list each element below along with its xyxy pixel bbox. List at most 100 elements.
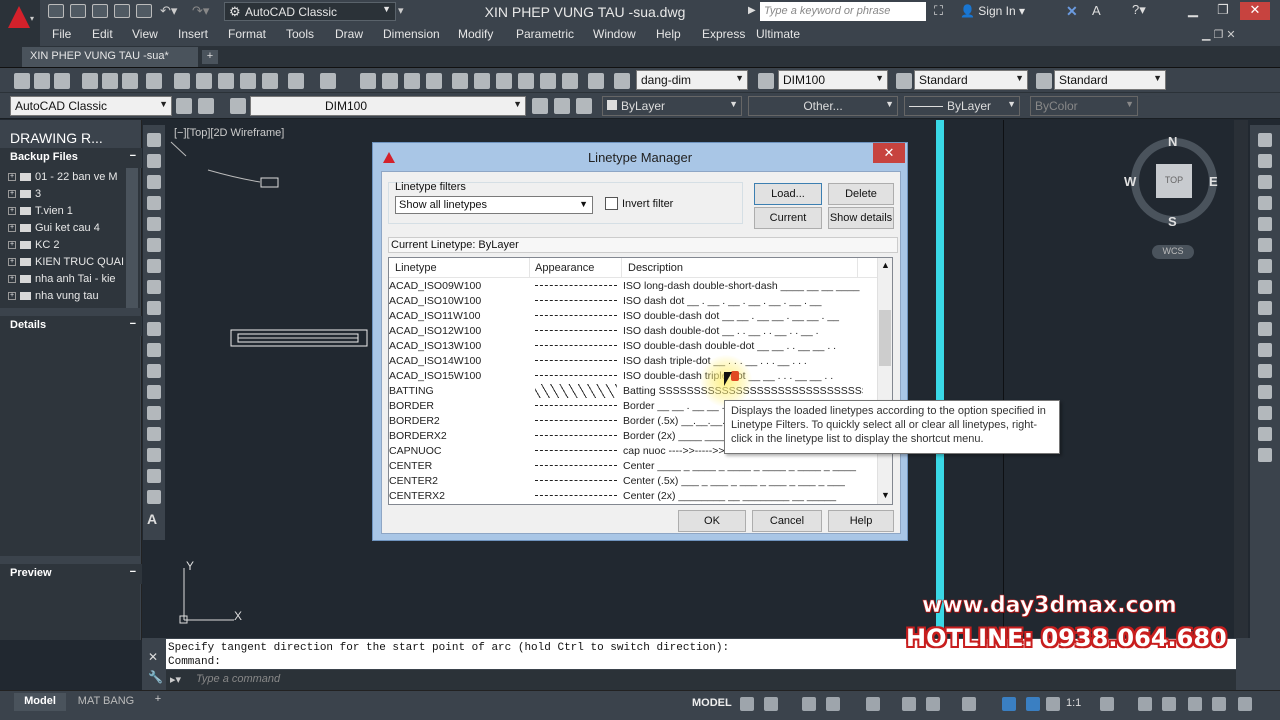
linetype-list[interactable]: Linetype Appearance Description ACAD_ISO… (388, 257, 893, 505)
table-row[interactable]: ACAD_ISO13W100 ISO double-dash double-dot… (389, 339, 877, 354)
workspace-combo[interactable]: AutoCAD Classic ▼ (10, 96, 172, 116)
customize-command-icon[interactable]: 🔧 (148, 670, 163, 684)
erase-icon[interactable] (1258, 133, 1272, 147)
tree-scrollbar[interactable] (126, 168, 138, 308)
open-icon[interactable] (70, 4, 86, 18)
insert-block-icon[interactable] (147, 364, 161, 378)
lineweight-combo[interactable]: ByLayer ▼ (904, 96, 1020, 116)
zoom-realtime-icon[interactable] (382, 73, 398, 89)
quickcalc-icon[interactable] (562, 73, 578, 89)
table-row[interactable]: ACAD_ISO09W100 ISO long-dash double-short… (389, 279, 877, 294)
markup-icon[interactable] (540, 73, 556, 89)
compass-east[interactable]: E (1209, 174, 1218, 189)
polygon-icon[interactable] (147, 196, 161, 210)
match-properties-icon[interactable] (240, 73, 256, 89)
arc-icon[interactable] (147, 238, 161, 252)
tool-palettes-icon[interactable] (496, 73, 512, 89)
menu-window[interactable]: Window (593, 27, 636, 41)
minimize-button[interactable]: ▁ (1178, 2, 1208, 20)
delete-button[interactable]: Delete (828, 183, 894, 205)
open-file-icon[interactable] (34, 73, 50, 89)
offset-icon[interactable] (1258, 196, 1272, 210)
compass-south[interactable]: S (1168, 214, 1177, 229)
explode-icon[interactable] (1258, 448, 1272, 462)
tree-item[interactable]: + nha vung tau (8, 290, 126, 302)
menu-ultimate[interactable]: Ultimate (756, 27, 800, 41)
compass-north[interactable]: N (1168, 134, 1177, 149)
line-icon[interactable] (147, 133, 161, 147)
customize-quick-access-icon[interactable]: ▾ (398, 4, 404, 17)
menu-file[interactable]: File (52, 27, 71, 41)
show-details-button[interactable]: Show details (828, 207, 894, 229)
layer-properties-icon[interactable] (198, 98, 214, 114)
menu-format[interactable]: Format (228, 27, 266, 41)
annotation-scale-icon[interactable] (1046, 697, 1060, 711)
zoom-previous-icon[interactable] (426, 73, 442, 89)
column-linetype[interactable]: Linetype (395, 262, 437, 274)
make-current-icon[interactable] (532, 98, 548, 114)
publish-icon[interactable] (122, 73, 138, 89)
object-snap-tracking-icon[interactable] (902, 697, 916, 711)
table-row[interactable]: ACAD_ISO14W100 ISO dash triple-dot __ . .… (389, 354, 877, 369)
make-block-icon[interactable] (147, 385, 161, 399)
details-header[interactable]: Details − (0, 316, 142, 336)
block-editor-icon[interactable] (262, 73, 278, 89)
doc-window-controls[interactable]: ▁ ❐ ✕ (1202, 28, 1236, 41)
object-snap-icon[interactable] (926, 697, 940, 711)
snap-icon[interactable] (764, 697, 778, 711)
tree-item[interactable]: + nha anh Tai - kie (8, 273, 126, 285)
redo-icon[interactable]: ↷▾ (192, 3, 209, 19)
polyline-icon[interactable] (147, 175, 161, 189)
menu-insert[interactable]: Insert (178, 27, 208, 41)
linetype-combo[interactable]: Other... ▼ (748, 96, 898, 116)
join-icon[interactable] (1258, 385, 1272, 399)
hardware-acceleration-icon[interactable] (1188, 697, 1202, 711)
array-icon[interactable] (1258, 217, 1272, 231)
paste-icon[interactable] (218, 73, 234, 89)
isolate-objects-icon[interactable] (1162, 697, 1176, 711)
viewcube-top[interactable]: TOP (1156, 164, 1192, 198)
copy-icon[interactable] (196, 73, 212, 89)
plot-icon[interactable] (136, 4, 152, 18)
model-tab[interactable]: Model (14, 693, 66, 711)
command-input[interactable]: ▸▾ Type a command (166, 670, 1236, 690)
close-button[interactable]: ✕ (1240, 2, 1270, 20)
preview-header[interactable]: Preview − (0, 564, 142, 584)
save-file-icon[interactable] (54, 73, 70, 89)
load-button[interactable]: Load... (754, 183, 822, 205)
layer-state-icon[interactable] (230, 98, 246, 114)
menu-modify[interactable]: Modify (458, 27, 493, 41)
table-row[interactable]: ACAD_ISO11W100 ISO double-dash dot __ __ … (389, 309, 877, 324)
layer-combo[interactable]: DIM100 ▼ (250, 96, 526, 116)
annotation-scale-value[interactable]: 1:1 (1066, 697, 1081, 709)
linetype-filter-select[interactable]: Show all linetypes ▼ (395, 196, 593, 214)
model-space-toggle[interactable]: MODEL (692, 697, 732, 709)
textstyle-combo[interactable]: Standard ▼ (914, 70, 1028, 90)
tree-item[interactable]: + KIEN TRUC QUAI (8, 256, 126, 268)
menu-edit[interactable]: Edit (92, 27, 113, 41)
layer-iso-icon[interactable] (576, 98, 592, 114)
wcs-menu[interactable]: WCS (1152, 245, 1194, 259)
print-icon[interactable] (82, 73, 98, 89)
search-input[interactable]: Type a keyword or phrase (760, 2, 926, 21)
isodraft-icon[interactable] (866, 697, 880, 711)
tree-item[interactable]: +3 (8, 188, 126, 200)
tree-item[interactable]: +01 - 22 ban ve M (8, 171, 126, 183)
annotation-monitor-icon[interactable] (1138, 697, 1152, 711)
dim-style-icon[interactable] (758, 73, 774, 89)
dimstyle2-combo[interactable]: DIM100 ▼ (778, 70, 888, 90)
table-row[interactable]: BATTING Batting SSSSSSSS SSSSSSSSSSSSSSSSS… (389, 384, 877, 399)
plot-preview-icon[interactable] (102, 73, 118, 89)
properties-icon[interactable] (452, 73, 468, 89)
scroll-up-icon[interactable]: ▲ (881, 260, 890, 270)
table-row[interactable]: ACAD_ISO12W100 ISO dash double-dot __ . .… (389, 324, 877, 339)
workspace-selector[interactable]: ⚙ AutoCAD Classic ▼ (224, 2, 396, 21)
command-close-icon[interactable]: ✕ (148, 650, 158, 664)
tree-item[interactable]: + KC 2 (8, 239, 126, 251)
qnew-icon[interactable] (14, 73, 30, 89)
text-style-icon[interactable] (614, 73, 630, 89)
hatch-icon[interactable] (147, 427, 161, 441)
break-icon[interactable] (1258, 364, 1272, 378)
redo-toolbar-icon[interactable] (320, 73, 336, 89)
table-row[interactable]: CENTER Center ____ _ ____ _ ____ _ ____ _… (389, 459, 877, 474)
